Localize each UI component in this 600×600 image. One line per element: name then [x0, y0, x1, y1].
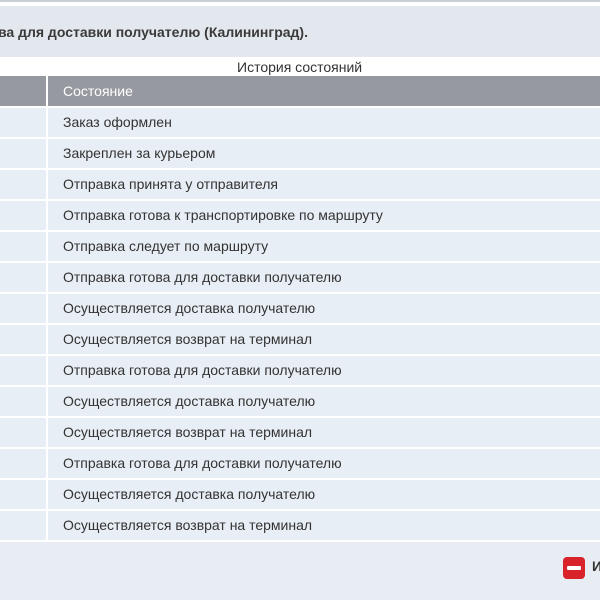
- state-cell: Закреплен за курьером: [63, 145, 216, 161]
- state-cell: Отправка готова к транспортировке по мар…: [63, 207, 383, 223]
- stop-icon[interactable]: [563, 557, 585, 579]
- status-history-table: Состояние Заказ оформлен Закреплен за кур…: [0, 76, 600, 542]
- date-cell: [0, 480, 48, 509]
- table-row: Осуществляется возврат на терминал: [0, 418, 600, 449]
- status-title: ва для доставки получателю (Калининград)…: [0, 24, 308, 40]
- date-cell: [0, 294, 48, 323]
- table-row: Отправка следует по маршруту: [0, 232, 600, 263]
- table-row: Отправка готова для доставки получателю: [0, 356, 600, 387]
- top-border: [0, 0, 600, 2]
- state-cell: Заказ оформлен: [63, 114, 172, 130]
- state-cell: Осуществляется доставка получателю: [63, 393, 316, 409]
- date-cell: [0, 108, 48, 137]
- table-row: Отправка готова для доставки получателю: [0, 263, 600, 294]
- table-header: Состояние: [0, 76, 600, 108]
- date-cell: [0, 418, 48, 447]
- table-row: Осуществляется возврат на терминал: [0, 511, 600, 542]
- state-cell: Осуществляется возврат на терминал: [63, 331, 313, 347]
- table-row: Отправка принята у отправителя: [0, 170, 600, 201]
- state-cell: Отправка готова для доставки получателю: [63, 455, 342, 471]
- column-header-state: Состояние: [63, 83, 133, 99]
- table-body: Заказ оформлен Закреплен за курьером Отпра…: [0, 108, 600, 542]
- state-cell: Осуществляется возврат на терминал: [63, 517, 313, 533]
- state-cell: Отправка готова для доставки получателю: [63, 269, 342, 285]
- table-row: Осуществляется доставка получателю: [0, 294, 600, 325]
- state-cell: Осуществляется доставка получателю: [63, 486, 316, 502]
- date-cell: [0, 263, 48, 292]
- column-header-date: [0, 76, 48, 106]
- state-cell: Отправка следует по маршруту: [63, 238, 269, 254]
- date-cell: [0, 511, 48, 540]
- table-row: Осуществляется доставка получателю: [0, 387, 600, 418]
- date-cell: [0, 449, 48, 478]
- date-cell: [0, 201, 48, 230]
- date-cell: [0, 139, 48, 168]
- date-cell: [0, 356, 48, 385]
- table-row: Отправка готова к транспортировке по мар…: [0, 201, 600, 232]
- state-cell: Отправка готова для доставки получателю: [63, 362, 342, 378]
- table-row: Осуществляется доставка получателю: [0, 480, 600, 511]
- bottom-link[interactable]: И: [592, 558, 600, 574]
- table-row: Отправка готова для доставки получателю: [0, 449, 600, 480]
- table-row: Заказ оформлен: [0, 108, 600, 139]
- history-caption: История состояний: [237, 59, 363, 75]
- table-row: Закреплен за курьером: [0, 139, 600, 170]
- date-cell: [0, 232, 48, 261]
- date-cell: [0, 325, 48, 354]
- date-cell: [0, 170, 48, 199]
- date-cell: [0, 387, 48, 416]
- state-cell: Осуществляется доставка получателю: [63, 300, 316, 316]
- table-row: Осуществляется возврат на терминал: [0, 325, 600, 356]
- state-cell: Отправка принята у отправителя: [63, 176, 278, 192]
- state-cell: Осуществляется возврат на терминал: [63, 424, 313, 440]
